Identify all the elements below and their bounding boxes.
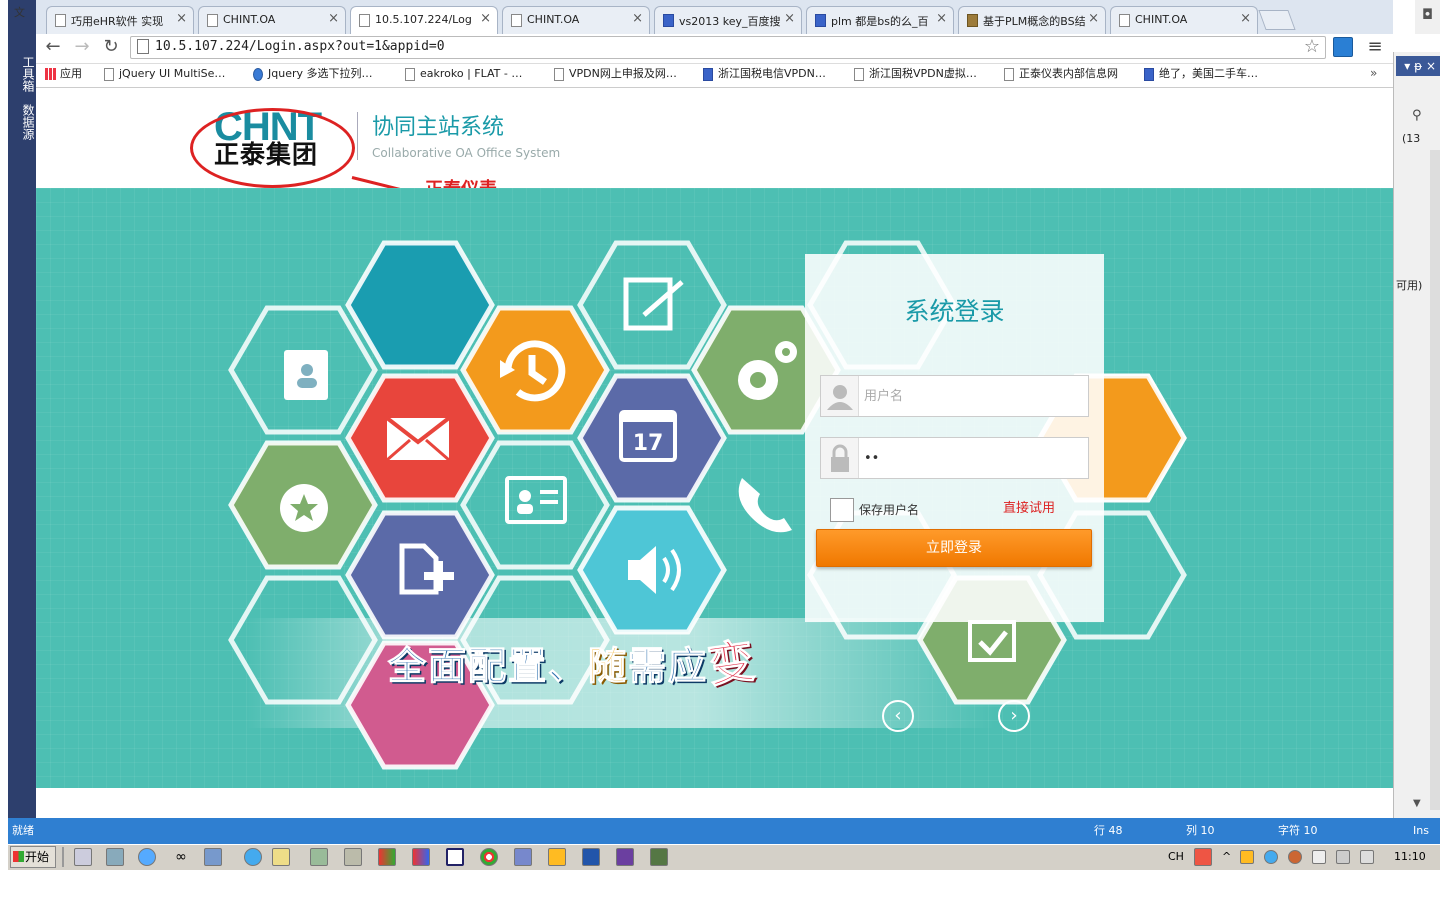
- status-bar: [8, 818, 1440, 844]
- flag-icon[interactable]: [1312, 850, 1326, 864]
- clock[interactable]: 11:10: [1394, 846, 1426, 868]
- hex-outline: [228, 575, 378, 705]
- user-icon: [821, 376, 859, 416]
- taskbar-app-icon[interactable]: [74, 848, 92, 866]
- network-icon[interactable]: [1336, 850, 1350, 864]
- input-language[interactable]: CH: [1168, 846, 1184, 868]
- status-ins: Ins: [1413, 824, 1429, 837]
- start-button[interactable]: 开始: [10, 846, 56, 868]
- remember-label: 保存用户名: [859, 503, 920, 517]
- slogan-part-2: 随: [588, 644, 629, 689]
- taskbar-app-icon[interactable]: [204, 848, 222, 866]
- status-ready: 就绪: [12, 824, 34, 837]
- page-footer: [36, 788, 1393, 812]
- lock-icon: [821, 438, 859, 478]
- hex-outline: [460, 440, 610, 570]
- word-icon[interactable]: [582, 848, 600, 866]
- taskbar-app-icon[interactable]: [272, 848, 290, 866]
- tray-expand-icon[interactable]: ^: [1222, 846, 1231, 868]
- slogan-part-3: 需应: [628, 644, 709, 689]
- password-field[interactable]: [820, 437, 1089, 479]
- taskbar-app-icon[interactable]: [650, 848, 668, 866]
- prev-arrow-icon[interactable]: ‹: [882, 700, 914, 732]
- windows-logo-icon: [13, 851, 24, 862]
- infinity-icon[interactable]: ∞: [172, 848, 190, 866]
- mail-icon: [385, 416, 451, 462]
- slogan-part-1: 全面配置、: [387, 644, 589, 689]
- taskbar-app-icon[interactable]: [378, 848, 396, 866]
- next-arrow-icon[interactable]: ›: [998, 700, 1030, 732]
- taskbar-app-icon[interactable]: [106, 848, 124, 866]
- username-input[interactable]: [861, 376, 1086, 416]
- window-icon[interactable]: [446, 848, 464, 866]
- taskbar-app-icon[interactable]: [344, 848, 362, 866]
- password-input[interactable]: [861, 438, 1086, 478]
- visual-studio-icon[interactable]: [616, 848, 634, 866]
- taskbar-app-icon[interactable]: [548, 848, 566, 866]
- calendar-day: 17: [633, 431, 664, 456]
- start-label: 开始: [25, 850, 50, 864]
- login-title: 系统登录: [904, 297, 1005, 326]
- status-col: 列 10: [1186, 824, 1215, 837]
- tray-icon[interactable]: [1288, 850, 1302, 864]
- taskbar-divider: [62, 847, 64, 867]
- hex-teal: [345, 240, 495, 370]
- ie-icon[interactable]: [244, 848, 262, 866]
- taskbar-app-icon[interactable]: [310, 848, 328, 866]
- hex-indigo-2: [345, 510, 495, 640]
- tray-icon[interactable]: [1194, 848, 1212, 866]
- tray-icon[interactable]: [1264, 850, 1278, 864]
- status-char: 字符 10: [1278, 824, 1318, 837]
- taskbar-app-icon[interactable]: [514, 848, 532, 866]
- hexagon-graphic: 17: [228, 240, 1187, 770]
- tray-icon[interactable]: [1240, 850, 1254, 864]
- taskbar-app-icon[interactable]: [138, 848, 156, 866]
- slogan-part-4: 变: [704, 632, 760, 694]
- taskbar-app-icon[interactable]: [412, 848, 430, 866]
- contact-book-icon: [284, 350, 328, 400]
- login-button[interactable]: 立即登录: [816, 529, 1092, 567]
- chrome-icon[interactable]: [480, 848, 498, 866]
- phone-icon: [738, 478, 792, 533]
- desktop-bottom: [0, 870, 1440, 900]
- username-field[interactable]: [820, 375, 1089, 417]
- try-link[interactable]: 直接试用: [1003, 500, 1055, 518]
- edit-icon: [623, 277, 684, 331]
- status-row: 行 48: [1094, 824, 1123, 837]
- volume-icon[interactable]: [1360, 850, 1374, 864]
- remember-checkbox[interactable]: [830, 498, 854, 522]
- slogan: 全面配置、随需应变: [387, 632, 760, 694]
- id-card-icon: [505, 476, 567, 524]
- star-icon: [280, 484, 328, 532]
